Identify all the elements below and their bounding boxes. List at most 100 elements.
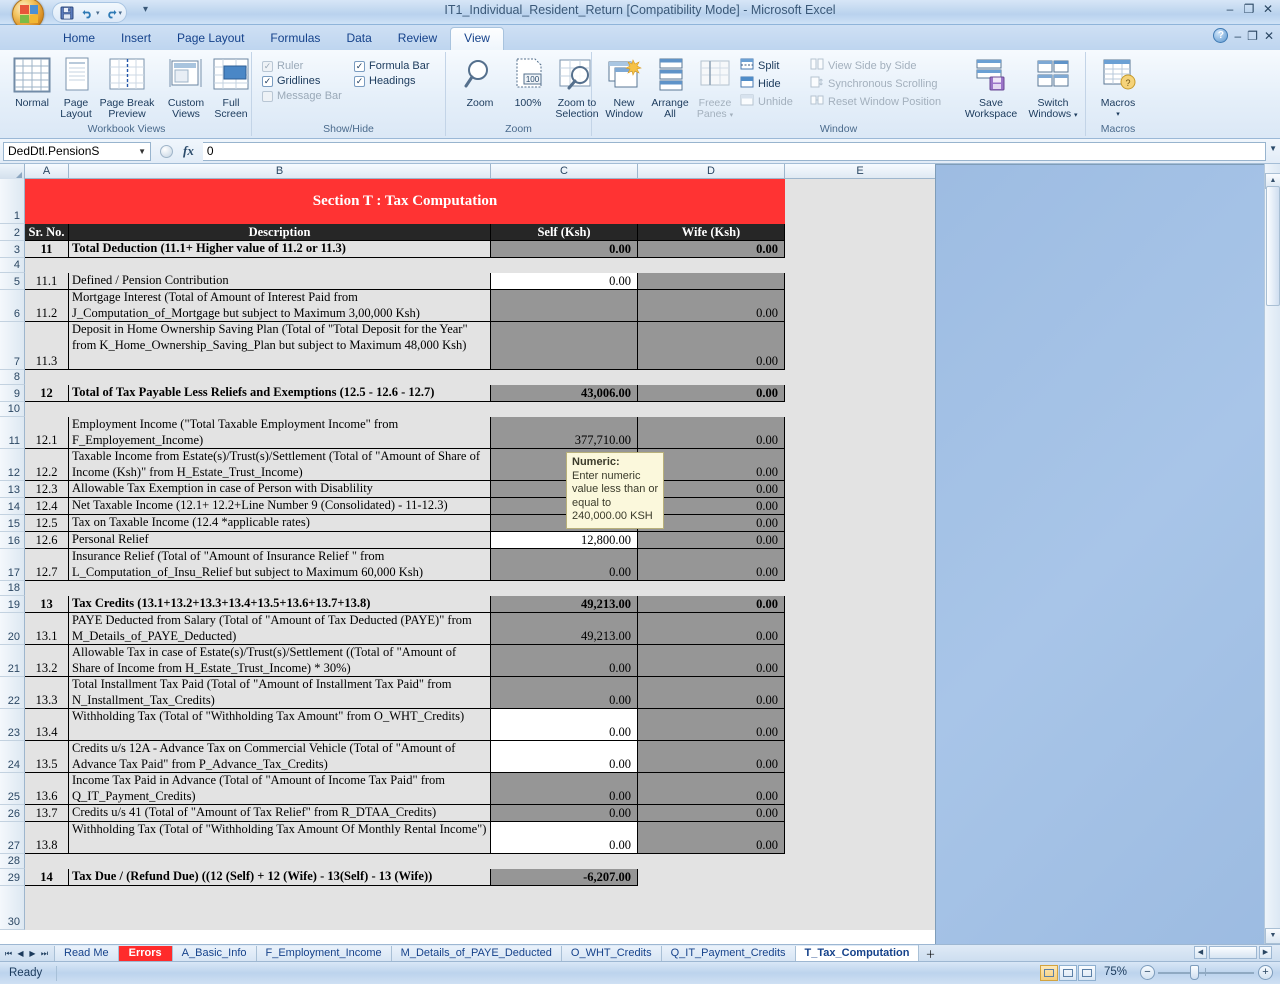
- cell-empty[interactable]: [785, 741, 935, 773]
- cell-empty[interactable]: [785, 449, 935, 481]
- column-header-b[interactable]: B: [69, 164, 491, 178]
- cell-self-value[interactable]: 377,710.00: [491, 417, 638, 449]
- cell-self-value[interactable]: 0.00: [491, 273, 638, 290]
- ribbon-restore-icon[interactable]: ❐: [1247, 29, 1258, 43]
- switch-windows-dropdown-icon[interactable]: ▾: [1074, 112, 1078, 119]
- tab-data[interactable]: Data: [333, 28, 384, 50]
- tab-formulas[interactable]: Formulas: [257, 28, 333, 50]
- cell-self-value[interactable]: 43,006.00: [491, 385, 638, 402]
- cell-description[interactable]: Credits u/s 41 (Total of "Amount of Tax …: [69, 805, 491, 822]
- cell-sr-no[interactable]: 12.4: [25, 498, 69, 515]
- new-window-button[interactable]: New Window: [598, 56, 650, 120]
- tabscroll-thumb[interactable]: [1209, 946, 1257, 959]
- page-break-view-shortcut-icon[interactable]: [1078, 965, 1096, 981]
- cell-wife-value[interactable]: 0.00: [638, 805, 785, 822]
- row-header[interactable]: 26: [0, 805, 25, 822]
- cell-spacer[interactable]: [25, 581, 935, 596]
- tab-page-layout[interactable]: Page Layout: [164, 28, 257, 50]
- cell-description[interactable]: PAYE Deducted from Salary (Total of "Amo…: [69, 613, 491, 645]
- cell-wife-value[interactable]: 0.00: [638, 385, 785, 402]
- tabscroll-right-icon[interactable]: ▶: [1259, 946, 1272, 959]
- cell-description[interactable]: Allowable Tax in case of Estate(s)/Trust…: [69, 645, 491, 677]
- cell-description[interactable]: Defined / Pension Contribution: [69, 273, 491, 290]
- cell-description[interactable]: Taxable Income from Estate(s)/Trust(s)/S…: [69, 449, 491, 481]
- row-header[interactable]: 15: [0, 515, 25, 532]
- row-header[interactable]: 16: [0, 532, 25, 549]
- cell-empty[interactable]: [785, 498, 935, 515]
- tab-view[interactable]: View: [450, 27, 504, 51]
- cell-sr-no[interactable]: 11: [25, 241, 69, 258]
- cell-empty[interactable]: [785, 481, 935, 498]
- row-header[interactable]: 19: [0, 596, 25, 613]
- freeze-panes-dropdown-icon[interactable]: ▾: [730, 112, 734, 119]
- cell-sr-no[interactable]: 13.7: [25, 805, 69, 822]
- cell-self-value[interactable]: 0.00: [491, 677, 638, 709]
- select-all-corner[interactable]: [0, 164, 25, 179]
- next-sheet-icon[interactable]: ▶: [27, 946, 38, 961]
- cell-empty[interactable]: [785, 273, 935, 290]
- cell-description[interactable]: Net Taxable Income (12.1+ 12.2+Line Numb…: [69, 498, 491, 515]
- sheet-tab-a-basic-info[interactable]: A_Basic_Info: [171, 945, 256, 961]
- row-header[interactable]: 9: [0, 385, 25, 402]
- tab-review[interactable]: Review: [385, 28, 450, 50]
- cell-description[interactable]: Tax Due / (Refund Due) ((12 (Self) + 12 …: [69, 869, 491, 886]
- cell-sr-no[interactable]: 12.1: [25, 417, 69, 449]
- cell-sr-no[interactable]: 13.4: [25, 709, 69, 741]
- cell-sr-no[interactable]: 11.3: [25, 322, 69, 370]
- cell-wife-value[interactable]: 0.00: [638, 241, 785, 258]
- zoom-button[interactable]: Zoom: [454, 56, 506, 109]
- cell-sr-no[interactable]: 12: [25, 385, 69, 402]
- row-header[interactable]: 20: [0, 613, 25, 645]
- row-header[interactable]: 24: [0, 741, 25, 773]
- cell-sr-no[interactable]: 12.7: [25, 549, 69, 581]
- cell-empty[interactable]: [785, 322, 935, 370]
- cell-self-value[interactable]: [491, 290, 638, 322]
- row-header[interactable]: 2: [0, 224, 25, 241]
- cell-wife-value[interactable]: 0.00: [638, 549, 785, 581]
- page-layout-view-shortcut-icon[interactable]: [1059, 965, 1077, 981]
- row-header[interactable]: 27: [0, 822, 25, 854]
- cell-sr-no[interactable]: 13: [25, 596, 69, 613]
- zoom-out-button[interactable]: −: [1140, 965, 1155, 980]
- row-header[interactable]: 22: [0, 677, 25, 709]
- cell-description[interactable]: Total Deduction (11.1+ Higher value of 1…: [69, 241, 491, 258]
- row-header[interactable]: 28: [0, 854, 25, 869]
- full-screen-button[interactable]: Full Screen: [205, 56, 257, 120]
- cell-sr-no[interactable]: 13.3: [25, 677, 69, 709]
- cell-sr-no[interactable]: 12.5: [25, 515, 69, 532]
- checkbox-message-bar[interactable]: Message Bar: [262, 90, 342, 102]
- cell-sr-no[interactable]: 13.6: [25, 773, 69, 805]
- cell-description[interactable]: Employment Income ("Total Taxable Employ…: [69, 417, 491, 449]
- cell-description[interactable]: Withholding Tax (Total of "Withholding T…: [69, 822, 491, 854]
- cell-empty[interactable]: [785, 869, 935, 886]
- synchronous-scrolling-button[interactable]: Synchronous Scrolling: [810, 76, 941, 91]
- cell-description[interactable]: Total Installment Tax Paid (Total of "Am…: [69, 677, 491, 709]
- cell-empty[interactable]: [785, 645, 935, 677]
- row-header[interactable]: 4: [0, 258, 25, 273]
- cell-description[interactable]: Deposit in Home Ownership Saving Plan (T…: [69, 322, 491, 370]
- cell-description[interactable]: Withholding Tax (Total of "Withholding T…: [69, 709, 491, 741]
- ribbon-close-icon[interactable]: ✕: [1264, 29, 1274, 43]
- row-header[interactable]: 6: [0, 290, 25, 322]
- cell-wife-value[interactable]: 0.00: [638, 741, 785, 773]
- cell-self-value[interactable]: [491, 322, 638, 370]
- row-header[interactable]: 29: [0, 869, 25, 886]
- cell-spacer[interactable]: [25, 258, 935, 273]
- sheet-tab-read-me[interactable]: Read Me: [54, 945, 118, 961]
- checkbox-formula-bar[interactable]: ✓ Formula Bar: [354, 60, 430, 72]
- name-box-dropdown-icon[interactable]: ▼: [138, 147, 146, 156]
- hide-button[interactable]: Hide: [740, 76, 793, 91]
- cell-spacer[interactable]: [25, 854, 935, 869]
- cell-empty[interactable]: [785, 224, 935, 241]
- first-sheet-icon[interactable]: ⏮: [3, 946, 14, 961]
- cell-sr-no[interactable]: 12.6: [25, 532, 69, 549]
- cell-sr-no[interactable]: 12.3: [25, 481, 69, 498]
- row-header[interactable]: 14: [0, 498, 25, 515]
- split-button[interactable]: Split: [740, 58, 793, 73]
- cell-wife-value[interactable]: 0.00: [638, 596, 785, 613]
- vertical-scroll-thumb[interactable]: [1266, 186, 1280, 306]
- sheet-tab-t-tax-computation[interactable]: T_Tax_Computation: [794, 945, 919, 961]
- cell-empty[interactable]: [785, 709, 935, 741]
- cell-self-value[interactable]: 0.00: [491, 805, 638, 822]
- cell-sr-no[interactable]: 12.2: [25, 449, 69, 481]
